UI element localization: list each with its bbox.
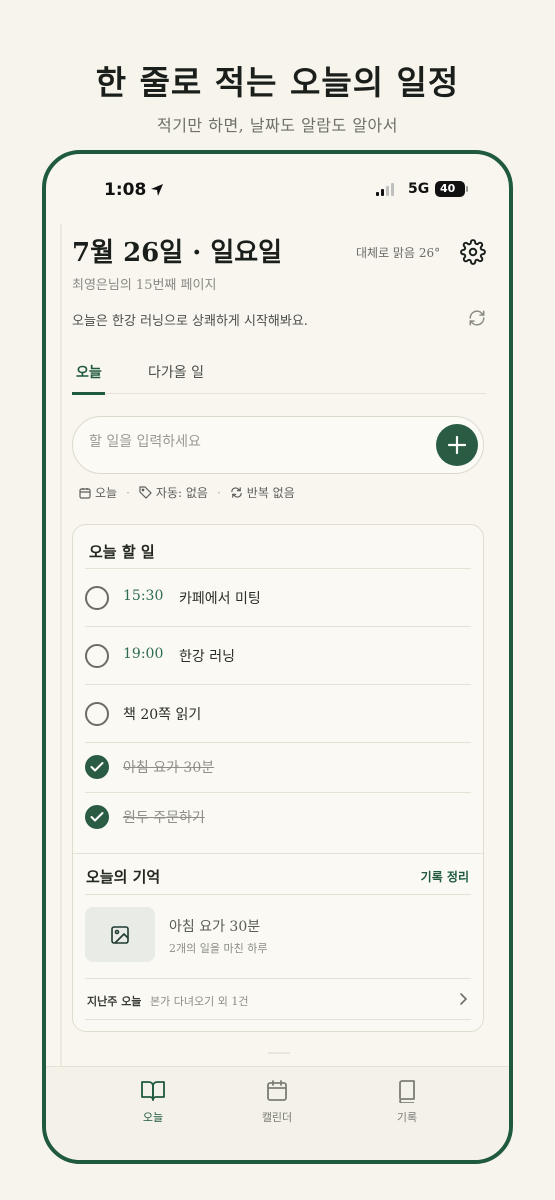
divider xyxy=(85,978,471,979)
book-icon xyxy=(399,1080,415,1103)
divider xyxy=(85,1019,471,1020)
status-time: 1:08 xyxy=(104,180,147,200)
nav-today[interactable]: 오늘 xyxy=(113,1079,193,1125)
memory-organize-link[interactable]: 기록 정리 xyxy=(421,868,469,885)
meta-date[interactable]: 오늘 xyxy=(95,484,117,501)
nav-records[interactable]: 기록 xyxy=(367,1079,447,1125)
nav-calendar[interactable]: 캘린더 xyxy=(237,1079,317,1125)
task-time: 19:00 xyxy=(123,646,164,662)
task-checkbox-checked[interactable] xyxy=(85,755,109,779)
task-checkbox[interactable] xyxy=(85,702,109,726)
calendar-small-icon xyxy=(79,487,91,499)
task-text: 카페에서 미팅 xyxy=(179,591,261,607)
battery-tip xyxy=(466,186,468,192)
task-row[interactable]: 15:30 카페에서 미팅 xyxy=(85,568,471,626)
calendar-icon xyxy=(267,1080,287,1101)
add-task-button[interactable] xyxy=(436,424,478,466)
tag-icon xyxy=(139,486,152,499)
phone-frame: 1:08 5G 40 7월 26일 · 일요일 대체로 맑음 26° 최영은님의… xyxy=(42,150,513,1164)
card-title: 오늘 할 일 xyxy=(89,543,155,561)
task-row[interactable]: 책 20쪽 읽기 xyxy=(85,684,471,742)
weather-label: 대체로 맑음 26° xyxy=(356,246,441,260)
meta-separator: · xyxy=(126,485,130,500)
bottom-nav: 오늘 캘린더 기록 xyxy=(46,1066,509,1160)
screen-edge xyxy=(60,224,62,1124)
memory-section: 오늘의 기억 기록 정리 아침 요가 30분 2개의 일을 마친 하루 지난주 … xyxy=(73,853,483,1033)
nav-label: 기록 xyxy=(396,1111,418,1124)
gear-icon[interactable] xyxy=(460,239,486,265)
lastweek-label[interactable]: 지난주 오늘 xyxy=(87,993,141,1009)
task-input-container xyxy=(72,416,484,474)
promo-headline: 한 줄로 적는 오늘의 일정 xyxy=(95,63,460,102)
meta-repeat[interactable]: 반복 없음 xyxy=(247,484,295,501)
check-icon xyxy=(90,812,104,822)
tab-upcoming[interactable]: 다가올 일 xyxy=(148,362,204,382)
task-checkbox[interactable] xyxy=(85,586,109,610)
image-icon xyxy=(111,926,129,944)
task-input[interactable] xyxy=(89,434,419,450)
book-open-icon xyxy=(141,1081,165,1101)
task-text: 책 20쪽 읽기 xyxy=(123,707,202,723)
memory-entry-desc: 2개의 일을 마친 하루 xyxy=(169,942,268,955)
nav-label: 캘린더 xyxy=(261,1111,293,1124)
divider xyxy=(85,894,471,895)
battery-level: 40 xyxy=(440,182,456,195)
task-time: 15:30 xyxy=(123,588,164,604)
task-checkbox-checked[interactable] xyxy=(85,805,109,829)
battery-icon: 40 xyxy=(435,181,465,197)
daily-message: 오늘은 한강 러닝으로 상쾌하게 시작해봐요. xyxy=(72,314,308,329)
task-row[interactable]: 19:00 한강 러닝 xyxy=(85,626,471,684)
nav-label: 오늘 xyxy=(142,1111,164,1124)
network-label: 5G xyxy=(408,181,430,197)
tab-today[interactable]: 오늘 xyxy=(76,362,102,382)
task-text-done: 아침 요가 30분 xyxy=(123,760,215,776)
memory-entry-title[interactable]: 아침 요가 30분 xyxy=(169,916,260,936)
check-icon xyxy=(90,762,104,772)
tab-active-indicator xyxy=(72,392,105,395)
location-arrow-icon xyxy=(151,184,163,196)
task-row[interactable]: 원두 주문하기 xyxy=(85,792,471,842)
refresh-icon[interactable] xyxy=(468,309,486,327)
memory-thumbnail[interactable] xyxy=(85,907,155,962)
repeat-icon xyxy=(231,487,242,498)
meta-separator: · xyxy=(216,485,221,500)
plus-icon xyxy=(447,435,467,455)
task-row[interactable]: 아침 요가 30분 xyxy=(85,742,471,792)
task-text: 한강 러닝 xyxy=(179,649,235,665)
meta-tag[interactable]: 자동: 없음 xyxy=(156,484,208,501)
task-text-done: 원두 주문하기 xyxy=(123,810,205,826)
memory-title: 오늘의 기억 xyxy=(86,868,161,886)
scroll-handle xyxy=(268,1052,290,1054)
today-card: 오늘 할 일 15:30 카페에서 미팅 19:00 한강 러닝 책 20쪽 읽… xyxy=(72,524,484,1032)
page-subtitle: 최영은님의 15번째 페이지 xyxy=(72,278,217,293)
tab-bar: 오늘 다가올 일 xyxy=(72,354,486,395)
date-title: 7월 26일 · 일요일 xyxy=(72,238,283,268)
signal-icon xyxy=(376,182,398,196)
promo-subline: 적기만 하면, 날짜도 알람도 알아서 xyxy=(156,116,398,135)
input-meta-row: 오늘 · 자동: 없음 · 반복 없음 xyxy=(79,484,295,501)
task-checkbox[interactable] xyxy=(85,644,109,668)
chevron-right-icon[interactable] xyxy=(458,992,468,1006)
lastweek-text: 본가 다녀오기 외 1건 xyxy=(150,995,249,1008)
